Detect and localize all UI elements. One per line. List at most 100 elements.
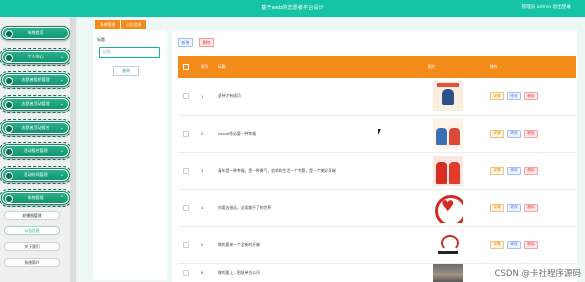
sidebar-subitem-label: 系统简介	[24, 259, 40, 265]
top-bar: 基于web的志愿者平台设计 管理员 admin 退出登录	[0, 0, 585, 17]
row-index: 6	[196, 263, 213, 282]
sidebar-item-activity-signup[interactable]: 志愿者活动报名 ⌄	[0, 119, 72, 137]
mouse-cursor-icon	[378, 129, 381, 135]
row-title: 坚持才有成功	[213, 78, 423, 116]
notice-table: 索引 标题 图片 操作 1 坚持才有成功 详情 修改 删除 2 Leave作必要一种…	[178, 56, 576, 282]
detail-button[interactable]: 详情	[490, 129, 504, 138]
volunteers-photo-image	[433, 155, 463, 186]
row-checkbox[interactable]	[183, 167, 189, 174]
row-checkbox[interactable]	[183, 204, 189, 211]
group-photo-image	[433, 263, 463, 282]
row-index: 5	[196, 226, 213, 264]
gear-icon	[5, 195, 13, 203]
sidebar-divider	[70, 17, 76, 282]
search-button[interactable]: 查询	[113, 66, 139, 76]
volunteer-poster-image	[433, 118, 463, 149]
home-icon	[5, 30, 13, 38]
chevron-up-icon: ⌃	[59, 195, 64, 201]
select-all-checkbox[interactable]	[183, 64, 189, 70]
sidebar-item-label: 志愿者组织管理	[21, 77, 50, 82]
row-delete-button[interactable]: 删除	[524, 166, 538, 175]
table-header: 索引 标题 图片 操作	[178, 56, 576, 78]
search-input[interactable]: 标题	[99, 47, 160, 58]
sidebar-item-label: 志愿者活动管理	[21, 101, 50, 106]
table-row: 4 你要去很远，这条路不了的世界 详情修改删除	[178, 189, 576, 227]
sidebar-item-label: 志愿者活动报名	[21, 125, 50, 130]
edit-button[interactable]: 修改	[507, 129, 521, 138]
row-title: 做的要上，困境单位公司	[213, 263, 423, 282]
add-button[interactable]: 新增	[178, 38, 193, 47]
row-title: 你要去很远，这条路不了的世界	[213, 189, 423, 227]
sidebar-item-label: 系统管理	[27, 195, 44, 200]
delete-button[interactable]: 删除	[199, 38, 214, 47]
row-checkbox[interactable]	[183, 241, 189, 248]
user-icon	[5, 54, 13, 62]
row-index: 2	[196, 115, 213, 153]
chevron-down-icon: ⌄	[59, 172, 64, 178]
row-delete-button[interactable]: 删除	[524, 92, 538, 101]
sidebar-item-org[interactable]: 志愿者组织管理 ⌄	[0, 71, 72, 89]
row-delete-button[interactable]: 删除	[524, 129, 538, 138]
detail-button[interactable]: 详情	[490, 240, 504, 249]
row-checkbox[interactable]	[183, 130, 189, 137]
chevron-down-icon: ⌄	[59, 148, 64, 154]
edit-button[interactable]: 修改	[507, 240, 521, 249]
row-checkbox[interactable]	[183, 269, 189, 276]
row-checkbox[interactable]	[183, 93, 189, 100]
sidebar-subitem-notice[interactable]: 公告信息	[4, 226, 60, 235]
column-header-title[interactable]: 标题	[213, 56, 423, 78]
volunteer-poster-image	[433, 81, 463, 112]
table-row: 1 坚持才有成功 详情 修改 删除	[178, 78, 576, 116]
sidebar-item-system[interactable]: 系统管理 ⌃	[0, 189, 72, 207]
edit-button[interactable]: 修改	[507, 203, 521, 212]
column-header-index[interactable]: 索引	[196, 56, 213, 78]
table-row: 2 Leave作必要一种幸福 详情 修改 删除	[178, 115, 576, 153]
sidebar-item-time[interactable]: 活动时间管理 ⌄	[0, 166, 72, 184]
sidebar-subitem-intro[interactable]: 系统简介	[4, 258, 60, 267]
row-delete-button[interactable]: 删除	[524, 203, 538, 212]
sidebar-item-activity[interactable]: 志愿者活动管理 ⌄	[0, 95, 72, 113]
app-title: 基于web的志愿者平台设计	[261, 5, 324, 11]
sidebar-item-signup-manage[interactable]: 活动报名管理 ⌄	[0, 142, 72, 160]
row-delete-button[interactable]: 删除	[524, 240, 538, 249]
detail-button[interactable]: 详情	[490, 203, 504, 212]
sidebar: 系统首页 个人中心 ⌄ 志愿者组织管理 ⌄ 志愿者活动管理 ⌄ 志愿者活动报名 …	[0, 17, 77, 282]
sidebar-subitem-about[interactable]: 关于我们	[4, 242, 60, 251]
watermark: CSDN @卡社程序源码	[494, 269, 581, 279]
chevron-down-icon: ⌄	[59, 101, 64, 107]
signup-icon	[5, 125, 13, 133]
table-row: 3 青年是一种幸福，是一种勇气，追求和生活一个专题，是一个美好开端 详情 修改 删除	[178, 152, 576, 190]
row-index: 1	[196, 78, 213, 116]
sidebar-subitem-label: 关于我们	[24, 243, 40, 249]
sidebar-item-home[interactable]: 系统首页	[1, 26, 70, 40]
breadcrumb-item[interactable]: 系统管理	[95, 20, 121, 29]
detail-button[interactable]: 详情	[490, 166, 504, 175]
breadcrumb: 系统管理 公告信息	[95, 20, 147, 29]
edit-button[interactable]: 修改	[507, 166, 521, 175]
clock-icon	[5, 172, 13, 180]
detail-button[interactable]: 详情	[490, 92, 504, 101]
row-index: 3	[196, 152, 213, 190]
row-title: Leave作必要一种幸福	[213, 115, 423, 153]
search-panel: 标题 标题 查询	[93, 30, 167, 280]
content-panel: 新增 删除 索引 标题 图片 操作 1 坚持才有成功 详情 修改 删除 2 Le…	[172, 30, 577, 282]
row-index: 4	[196, 189, 213, 227]
heart-logo-image	[433, 192, 463, 223]
activity-icon	[5, 101, 13, 109]
edit-button[interactable]: 修改	[507, 92, 521, 101]
column-header-image[interactable]: 图片	[423, 56, 485, 78]
org-icon	[5, 77, 13, 85]
volunteer-badge-image	[433, 229, 463, 260]
user-menu[interactable]: 管理员 admin 退出登录	[522, 4, 571, 10]
search-label: 标题	[97, 37, 105, 42]
column-header-actions: 操作	[490, 64, 498, 69]
row-title: 做的要来一个全新的开端	[213, 226, 423, 264]
sidebar-subitem-label: 轮播图管理	[22, 212, 42, 218]
breadcrumb-item[interactable]: 公告信息	[121, 20, 147, 29]
chevron-down-icon: ⌄	[59, 77, 64, 83]
sidebar-item-label: 活动报名管理	[23, 148, 48, 153]
sidebar-subitem-label: 公告信息	[24, 227, 40, 233]
sidebar-item-label: 个人中心	[27, 54, 44, 59]
sidebar-subitem-carousel[interactable]: 轮播图管理	[4, 211, 60, 220]
sidebar-item-profile[interactable]: 个人中心 ⌄	[0, 48, 72, 66]
